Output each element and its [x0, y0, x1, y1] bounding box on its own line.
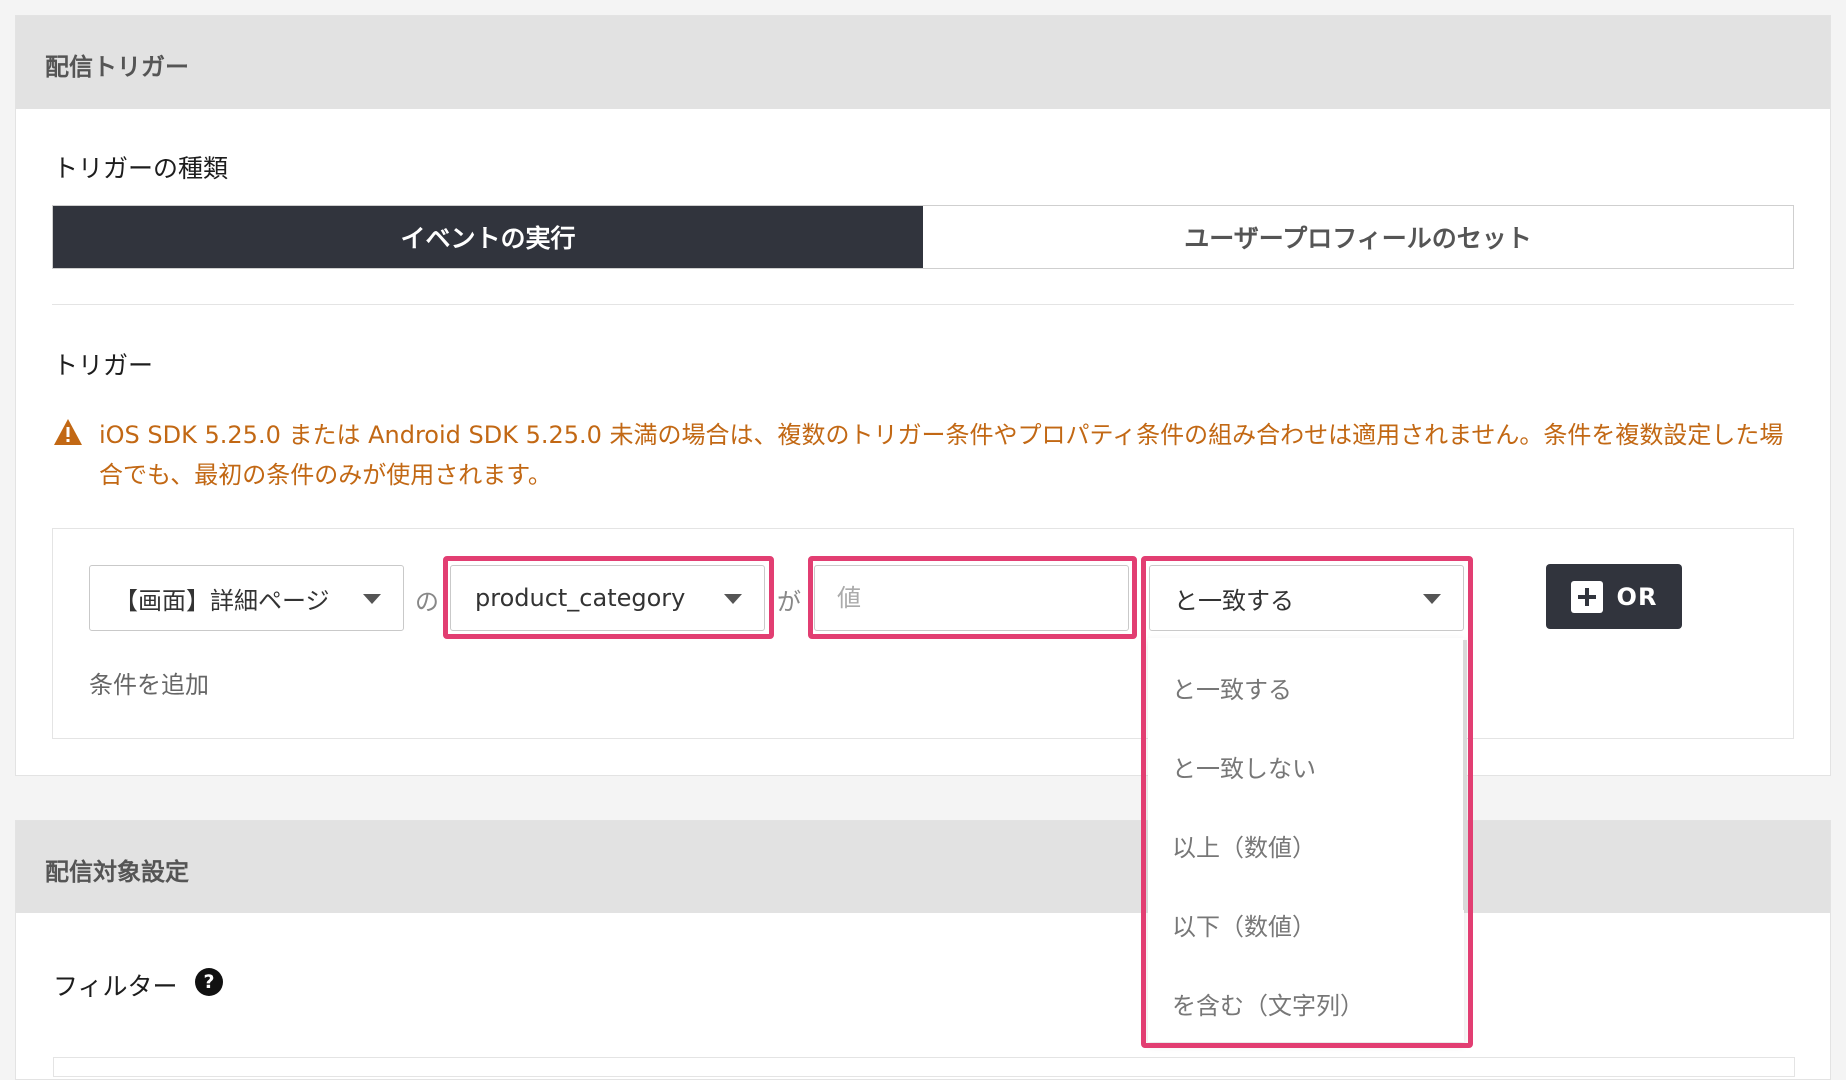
plus-icon: [1570, 580, 1603, 613]
operator-dropdown-menu: と一致する と一致しない 以上（数値） 以下（数値） を含む（文字列）: [1148, 638, 1464, 1042]
section-title: 配信トリガー: [45, 53, 189, 81]
add-condition-link[interactable]: 条件を追加: [89, 665, 209, 700]
operator-select[interactable]: と一致する: [1149, 565, 1464, 631]
joiner-ga: が: [777, 588, 801, 616]
dropdown-option[interactable]: と一致しない: [1172, 749, 1316, 784]
section-title: 配信対象設定: [45, 858, 189, 886]
warning-text: iOS SDK 5.25.0 または Android SDK 5.25.0 未満…: [99, 421, 1784, 489]
section-header: 配信トリガー: [16, 16, 1830, 109]
divider: [52, 304, 1794, 305]
filter-box: [53, 1057, 1795, 1077]
event-select-value: 【画面】詳細ページ: [114, 586, 330, 615]
dropdown-option[interactable]: 以下（数値）: [1172, 907, 1316, 942]
property-select-value: product_category: [475, 584, 686, 612]
help-icon[interactable]: ?: [195, 968, 223, 996]
filter-label: フィルター: [53, 972, 178, 1001]
value-input[interactable]: [814, 565, 1129, 631]
dropdown-option[interactable]: を含む（文字列）: [1172, 986, 1364, 1021]
dropdown-scrollbar[interactable]: [1463, 640, 1467, 910]
event-select[interactable]: 【画面】詳細ページ: [89, 565, 404, 631]
dropdown-option[interactable]: 以上（数値）: [1172, 828, 1316, 863]
delivery-target-section: 配信対象設定: [15, 820, 1831, 1080]
operator-select-value: と一致する: [1174, 586, 1294, 615]
chevron-down-icon: [724, 594, 742, 604]
warning-icon: [54, 419, 82, 445]
dropdown-option[interactable]: と一致する: [1172, 670, 1292, 705]
trigger-type-toggle: イベントの実行 ユーザープロフィールのセット: [52, 205, 1794, 269]
property-select[interactable]: product_category: [450, 565, 765, 631]
condition-box: [52, 528, 1794, 739]
trigger-type-label: トリガーの種類: [53, 154, 229, 183]
trigger-type-event-button[interactable]: イベントの実行: [53, 206, 923, 268]
chevron-down-icon: [363, 594, 381, 604]
section-header: 配信対象設定: [16, 821, 1830, 913]
trigger-type-profile-button[interactable]: ユーザープロフィールのセット: [923, 206, 1793, 268]
joiner-no: の: [415, 588, 439, 616]
add-or-button[interactable]: OR: [1546, 564, 1682, 629]
or-button-label: OR: [1616, 582, 1658, 611]
trigger-label: トリガー: [53, 351, 154, 380]
chevron-down-icon: [1423, 594, 1441, 604]
